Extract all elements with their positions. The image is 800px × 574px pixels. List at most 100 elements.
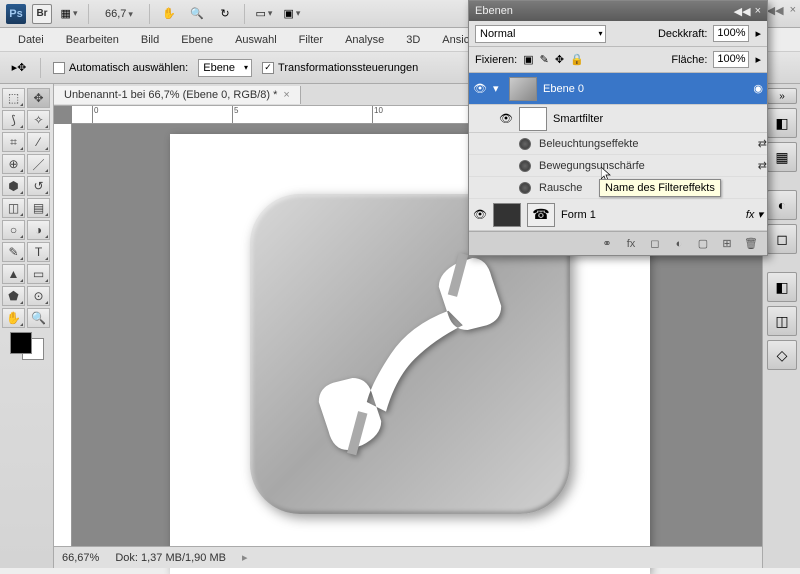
effect-options-icon[interactable]: ⇄ <box>758 159 767 172</box>
brush-tool[interactable]: ／ <box>27 154 50 174</box>
fill-input[interactable]: 100% <box>713 51 749 68</box>
link-layers-icon[interactable]: ⚭ <box>599 236 615 252</box>
mask-icon[interactable]: ◻ <box>647 236 663 252</box>
move-tool[interactable]: ✥ <box>27 88 50 108</box>
swatches-pod-icon[interactable]: ▦ <box>767 142 797 172</box>
filter-thumbnail[interactable] <box>519 107 547 131</box>
fill-flyout-icon[interactable]: ▸ <box>755 53 761 66</box>
bridge-logo[interactable]: Br <box>32 4 52 24</box>
panel-close-icon[interactable]: × <box>755 5 761 18</box>
lock-all-icon[interactable]: 🔒 <box>570 53 584 66</box>
3d-tool[interactable]: ⬟ <box>2 286 25 306</box>
fx-badge[interactable]: fx ▾ <box>746 208 763 221</box>
move-tool-indicator[interactable]: ▸✥ <box>10 59 28 77</box>
document-tab[interactable]: Unbenannt-1 bei 66,7% (Ebene 0, RGB/8) *… <box>54 86 301 104</box>
group-icon[interactable]: ▢ <box>695 236 711 252</box>
layer-row[interactable]: 👁 Smartfilter <box>469 105 767 133</box>
paths-pod-icon[interactable]: ◇ <box>767 340 797 370</box>
masks-pod-icon[interactable]: ◻ <box>767 224 797 254</box>
pen-tool[interactable]: ✎ <box>2 242 25 262</box>
effect-row[interactable]: Bewegungsunschärfe ⇄ <box>469 155 767 177</box>
layer-name[interactable]: Form 1 <box>561 209 596 221</box>
menu-bearbeiten[interactable]: Bearbeiten <box>56 30 129 50</box>
effect-row[interactable]: Beleuchtungseffekte ⇄ <box>469 133 767 155</box>
type-tool[interactable]: T <box>27 242 50 262</box>
film-icon[interactable]: ▦ <box>58 4 80 24</box>
stamp-tool[interactable]: ⬢ <box>2 176 25 196</box>
visibility-icon[interactable]: 👁 <box>473 82 487 96</box>
blur-tool[interactable]: ○ <box>2 220 25 240</box>
channels-pod-icon[interactable]: ◫ <box>767 306 797 336</box>
eyedropper-tool[interactable]: ⁄ <box>27 132 50 152</box>
dodge-tool[interactable]: ◑ <box>27 220 50 240</box>
transform-controls-check[interactable]: ✓ Transformationssteuerungen <box>262 62 418 74</box>
lock-transparency-icon[interactable]: ▣ <box>523 53 533 66</box>
wand-tool[interactable]: ✧ <box>27 110 50 130</box>
rotate-icon[interactable]: ↻ <box>214 4 236 24</box>
layers-panel[interactable]: Ebenen ◀◀ × Normal Deckkraft: 100% ▸ Fix… <box>468 0 768 256</box>
opacity-input[interactable]: 100% <box>713 25 749 42</box>
mask-thumbnail[interactable]: ☎ <box>527 203 555 227</box>
auto-select-check[interactable]: Automatisch auswählen: <box>53 62 188 74</box>
smart-object-icon: ◉ <box>753 82 763 95</box>
layers-pod-icon[interactable]: ◧ <box>767 272 797 302</box>
lasso-tool[interactable]: ⟆ <box>2 110 25 130</box>
heal-tool[interactable]: ⊕ <box>2 154 25 174</box>
status-docsize[interactable]: Dok: 1,37 MB/1,90 MB <box>115 552 226 564</box>
photoshop-logo[interactable]: Ps <box>6 4 26 24</box>
menu-3d[interactable]: 3D <box>396 30 430 50</box>
opacity-flyout-icon[interactable]: ▸ <box>755 27 761 40</box>
color-pod-icon[interactable]: ◧ <box>767 108 797 138</box>
panel-collapse-icon[interactable]: ◀◀ <box>734 5 751 18</box>
layer-row[interactable]: 👁 ☎ Form 1 fx ▾ <box>469 199 767 231</box>
hand-tool[interactable]: ✋ <box>2 308 25 328</box>
crop-tool[interactable]: ⌗ <box>2 132 25 152</box>
visibility-icon[interactable] <box>519 182 531 194</box>
marquee-tool[interactable]: ⬚ <box>2 88 25 108</box>
zoom-level[interactable]: 66,7 <box>97 8 141 20</box>
auto-select-dropdown[interactable]: Ebene <box>198 59 252 77</box>
adjustments-pod-icon[interactable]: ◐ <box>767 190 797 220</box>
menu-analyse[interactable]: Analyse <box>335 30 394 50</box>
shape-tool[interactable]: ▭ <box>27 264 50 284</box>
menu-datei[interactable]: Datei <box>8 30 54 50</box>
fx-icon[interactable]: fx <box>623 236 639 252</box>
eraser-tool[interactable]: ◫ <box>2 198 25 218</box>
trash-icon[interactable]: 🗑 <box>743 236 759 252</box>
zoom-icon[interactable]: 🔍 <box>186 4 208 24</box>
minimize-button[interactable]: » <box>767 88 797 104</box>
new-layer-icon[interactable]: ⊞ <box>719 236 735 252</box>
gradient-tool[interactable]: ▤ <box>27 198 50 218</box>
menu-auswahl[interactable]: Auswahl <box>225 30 287 50</box>
path-select-tool[interactable]: ▲ <box>2 264 25 284</box>
visibility-icon[interactable]: 👁 <box>473 208 487 222</box>
menu-filter[interactable]: Filter <box>289 30 333 50</box>
layer-row[interactable]: 👁 ▾ Ebene 0 ◉ <box>469 73 767 105</box>
workspace-collapse-icon[interactable]: ◀◀ <box>767 4 784 17</box>
adjustment-icon[interactable]: ◐ <box>671 236 687 252</box>
layer-name[interactable]: Ebene 0 <box>543 83 584 95</box>
foreground-color[interactable] <box>10 332 32 354</box>
workspace-close-icon[interactable]: × <box>790 4 796 17</box>
color-swatches[interactable] <box>8 332 46 360</box>
status-zoom[interactable]: 66,67% <box>62 552 99 564</box>
visibility-icon[interactable] <box>519 138 531 150</box>
visibility-icon[interactable] <box>519 160 531 172</box>
panel-titlebar[interactable]: Ebenen ◀◀ × <box>469 1 767 21</box>
history-brush-tool[interactable]: ↺ <box>27 176 50 196</box>
close-tab-icon[interactable]: × <box>283 89 289 101</box>
layer-thumbnail[interactable] <box>509 77 537 101</box>
layer-thumbnail[interactable] <box>493 203 521 227</box>
visibility-icon[interactable]: 👁 <box>499 112 513 126</box>
screen-mode-icon[interactable]: ▣ <box>281 4 303 24</box>
lock-position-icon[interactable]: ✥ <box>555 53 564 66</box>
arrange-icon[interactable]: ▭ <box>253 4 275 24</box>
zoom-tool[interactable]: 🔍 <box>27 308 50 328</box>
menu-bild[interactable]: Bild <box>131 30 169 50</box>
hand-icon[interactable]: ✋ <box>158 4 180 24</box>
blend-mode-dropdown[interactable]: Normal <box>475 25 606 43</box>
3d-camera-tool[interactable]: ⊙ <box>27 286 50 306</box>
effect-options-icon[interactable]: ⇄ <box>758 137 767 150</box>
menu-ebene[interactable]: Ebene <box>171 30 223 50</box>
lock-pixels-icon[interactable]: ✎ <box>540 53 549 66</box>
